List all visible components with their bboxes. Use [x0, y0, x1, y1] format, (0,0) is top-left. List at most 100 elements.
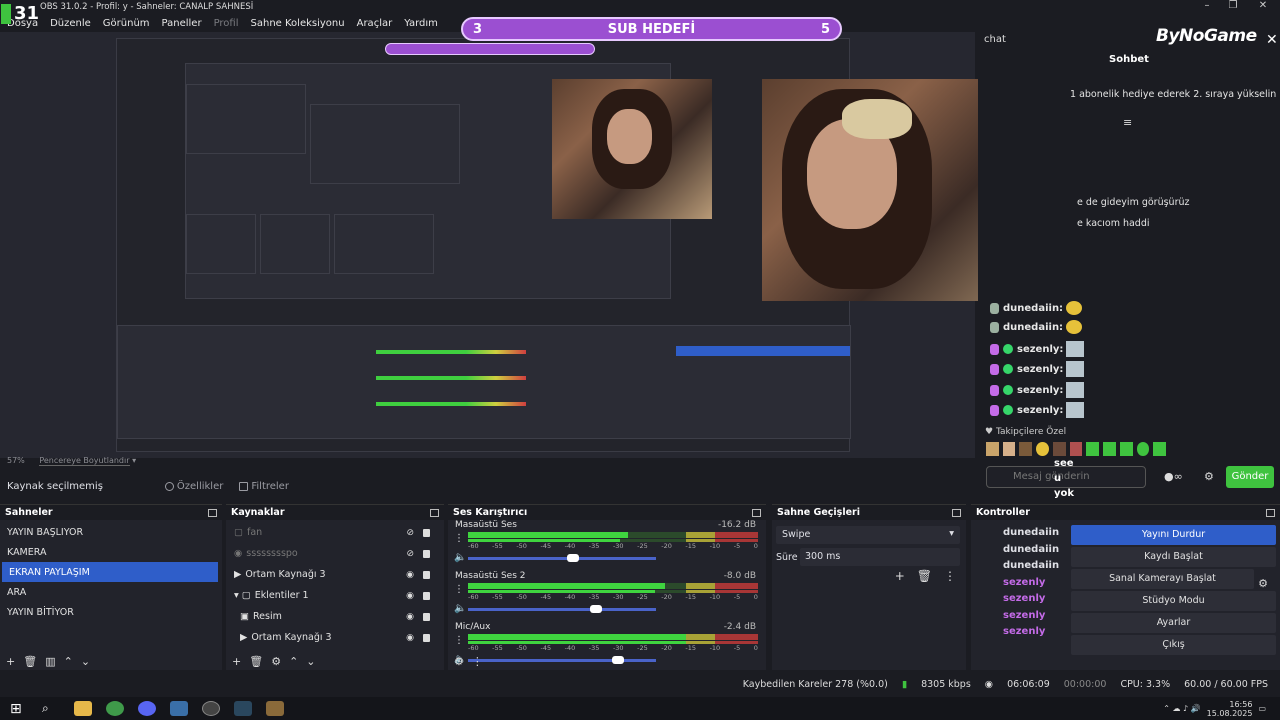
- zoom-row: 57% Pencereye Boyutlandır ▾: [0, 456, 975, 470]
- undock-icon[interactable]: [1266, 508, 1275, 517]
- source-group[interactable]: ▾ ▢ Eklentiler 1 ◉: [226, 585, 444, 606]
- filters-button[interactable]: Filtreler: [239, 481, 289, 492]
- filter-icon[interactable]: ≡: [1123, 116, 1132, 129]
- virtual-camera-button[interactable]: Sanal Kamerayı Başlat: [1071, 569, 1254, 589]
- source-item[interactable]: ◉ sssssssspo ⊘: [226, 543, 444, 564]
- source-item[interactable]: ▶ Ortam Kaynağı 3 ◉: [226, 627, 444, 648]
- undock-icon[interactable]: [430, 508, 439, 517]
- lock-icon: [423, 591, 430, 600]
- add-icon[interactable]: +: [6, 655, 15, 668]
- chevron-down-icon: ▾: [132, 456, 137, 465]
- more-icon[interactable]: ⋮: [454, 584, 464, 595]
- eye-icon: ◉: [406, 632, 414, 643]
- trash-icon[interactable]: 🗑: [917, 569, 932, 583]
- move-down-icon[interactable]: ⌄: [306, 655, 315, 668]
- audio-mixer-dock: Ses Karıştırıcı Masaüstü Ses -16.2 dB ⋮ -60…: [448, 504, 766, 670]
- source-item[interactable]: ▢ fan ⊘: [226, 522, 444, 543]
- source-item[interactable]: ▣ Resim ◉: [226, 606, 444, 627]
- volume-slider[interactable]: [468, 557, 656, 560]
- more-icon[interactable]: ⋮: [454, 533, 464, 544]
- zoom-mode-select[interactable]: Pencereye Boyutlandır: [39, 456, 130, 466]
- duration-input[interactable]: 300 ms: [800, 548, 960, 566]
- points-icon[interactable]: ●∞: [1164, 470, 1183, 483]
- minimize-button[interactable]: –: [1194, 0, 1220, 14]
- volume-knob[interactable]: [590, 605, 603, 613]
- file-explorer-icon[interactable]: [74, 701, 92, 716]
- filter-icon[interactable]: ▥: [45, 655, 55, 668]
- scene-item[interactable]: YAYIN BAŞLIYOR: [0, 522, 222, 542]
- menu-tools[interactable]: Araçlar: [357, 18, 393, 29]
- undock-icon[interactable]: [752, 508, 761, 517]
- gear-icon[interactable]: ⚙: [454, 655, 464, 668]
- more-icon[interactable]: ⋮: [944, 569, 956, 583]
- nested-shot: [310, 104, 460, 184]
- menu-profile[interactable]: Profil: [214, 18, 239, 29]
- more-icon[interactable]: ⋮: [472, 655, 483, 668]
- close-icon[interactable]: ✕: [1266, 32, 1278, 48]
- lock-icon: [423, 528, 430, 537]
- volume-slider[interactable]: [468, 608, 656, 611]
- scene-item-selected[interactable]: EKRAN PAYLAŞIM: [2, 562, 218, 582]
- search-icon[interactable]: ⌕: [42, 701, 60, 716]
- chat-message: 1 abonelik hediye ederek 2. sıraya yükse…: [1070, 89, 1277, 100]
- settings-button[interactable]: Ayarlar: [1071, 613, 1276, 633]
- nested-sub-goal: [385, 43, 595, 55]
- start-recording-button[interactable]: Kaydı Başlat: [1071, 547, 1276, 567]
- trash-icon[interactable]: 🗑: [249, 655, 263, 668]
- menu-view[interactable]: Görünüm: [103, 18, 150, 29]
- speaker-icon[interactable]: 🔈: [454, 603, 466, 614]
- rec-time: 00:00:00: [1063, 678, 1107, 690]
- transition-select[interactable]: Swipe ▾: [776, 526, 960, 544]
- chrome-icon[interactable]: [106, 701, 124, 716]
- close-window-button[interactable]: ✕: [1250, 0, 1276, 14]
- mixer-title: Ses Karıştırıcı: [453, 507, 528, 518]
- trash-icon[interactable]: 🗑: [23, 655, 37, 668]
- no-source-label: Kaynak seçilmemiş: [7, 480, 103, 492]
- scene-item[interactable]: ARA: [0, 582, 222, 602]
- undock-icon[interactable]: [208, 508, 217, 517]
- volume-knob[interactable]: [567, 554, 579, 562]
- taskbar: ⊞ ⌕ ⌃ ☁ ♪ 🔊 16:56 15.08.2025 ▭: [0, 697, 1280, 720]
- speaker-icon[interactable]: 🔈: [454, 552, 466, 563]
- preview-canvas[interactable]: [0, 32, 1075, 458]
- maximize-button[interactable]: ❐: [1220, 0, 1246, 14]
- add-icon[interactable]: +: [895, 569, 905, 583]
- lock-icon: [423, 570, 430, 579]
- gear-icon[interactable]: ⚙: [271, 655, 281, 668]
- app-icon[interactable]: [170, 701, 188, 716]
- chat-overlay-text: see u yok: [1054, 458, 1075, 499]
- more-icon[interactable]: ⋮: [454, 635, 464, 646]
- exit-button[interactable]: Çıkış: [1071, 635, 1276, 655]
- add-icon[interactable]: +: [232, 655, 241, 668]
- move-up-icon[interactable]: ⌃: [289, 655, 298, 668]
- menu-edit[interactable]: Düzenle: [50, 18, 91, 29]
- fps: 60.00 / 60.00 FPS: [1184, 678, 1268, 690]
- discord-icon[interactable]: [138, 701, 156, 716]
- source-item[interactable]: ▶ Ortam Kaynağı 3 ◉: [226, 564, 444, 585]
- move-down-icon[interactable]: ⌄: [81, 655, 90, 668]
- menu-scene-collection[interactable]: Sahne Koleksiyonu: [251, 18, 345, 29]
- windows-start-icon[interactable]: ⊞: [10, 701, 28, 717]
- properties-button[interactable]: Özellikler: [164, 481, 223, 492]
- undock-icon[interactable]: [952, 508, 961, 517]
- scene-item[interactable]: KAMERA: [0, 542, 222, 562]
- scene-item[interactable]: YAYIN BİTİYOR: [0, 602, 222, 622]
- menu-docks[interactable]: Paneller: [162, 18, 202, 29]
- notification-icon[interactable]: ▭: [1258, 704, 1266, 713]
- studio-mode-button[interactable]: Stüdyo Modu: [1071, 591, 1276, 611]
- steam-icon[interactable]: [234, 701, 252, 716]
- menu-help[interactable]: Yardım: [404, 18, 438, 29]
- bitrate: 8305 kbps: [921, 678, 971, 690]
- tray-icons[interactable]: ⌃ ☁ ♪ 🔊: [1163, 704, 1200, 713]
- send-button[interactable]: Gönder: [1226, 466, 1274, 488]
- gear-icon[interactable]: ⚙: [1204, 470, 1214, 483]
- chat-message: e de gideyim görüşürüz: [1077, 197, 1190, 208]
- obs-icon[interactable]: [202, 701, 220, 716]
- gear-icon[interactable]: ⚙: [1258, 577, 1268, 590]
- stop-streaming-button[interactable]: Yayını Durdur: [1071, 525, 1276, 545]
- move-up-icon[interactable]: ⌃: [64, 655, 73, 668]
- game-icon[interactable]: [266, 701, 284, 716]
- scenes-title: Sahneler: [5, 507, 53, 518]
- lock-icon: [423, 549, 430, 558]
- eye-icon: ⊘: [406, 548, 414, 559]
